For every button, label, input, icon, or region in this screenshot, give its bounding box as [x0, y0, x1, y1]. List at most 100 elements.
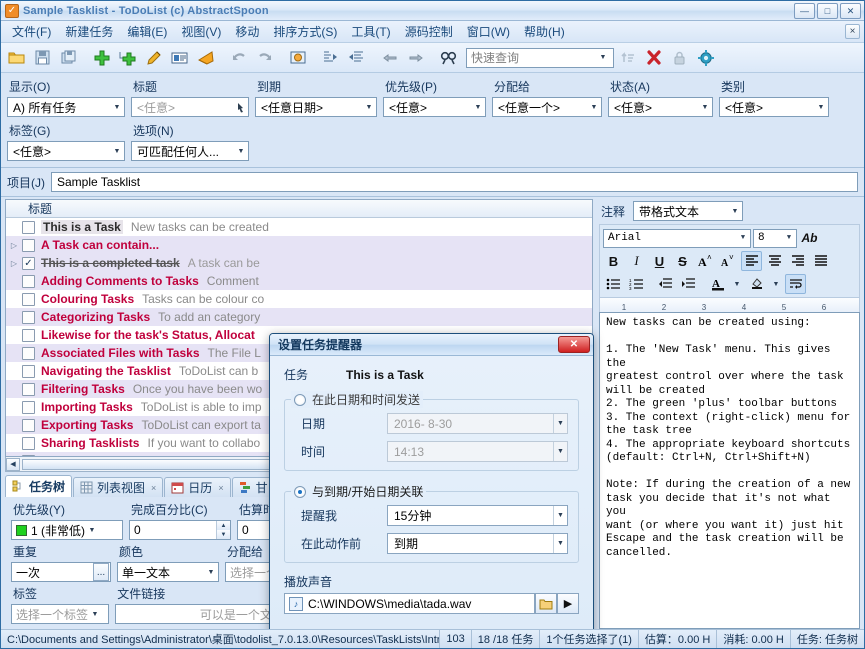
menu-new-task[interactable]: 新建任务 — [58, 21, 120, 42]
dialog-remind-input[interactable]: 15分钟 ▼ — [387, 505, 568, 526]
filter-due[interactable]: <任意日期> ▼ — [255, 97, 377, 117]
table-row[interactable]: ▷ ✓ This is a completed task A task can be — [6, 254, 592, 272]
table-row[interactable]: This is a Task New tasks can be created — [6, 218, 592, 236]
menu-window[interactable]: 窗口(W) — [460, 21, 517, 42]
italic-icon[interactable]: I — [626, 251, 647, 271]
dialog-time-input[interactable]: 14:13 ▼ — [387, 441, 568, 462]
open-folder-icon[interactable] — [4, 46, 29, 70]
attr-percent[interactable]: 0 ▲ ▼ — [129, 520, 231, 540]
underline-icon[interactable]: U — [649, 251, 670, 271]
menu-sort[interactable]: 排序方式(S) — [266, 21, 344, 42]
chevron-down-icon[interactable]: ▼ — [471, 98, 485, 116]
close-document-button[interactable]: × — [845, 24, 860, 39]
task-checkbox[interactable] — [22, 364, 35, 378]
dialog-close-button[interactable]: ✕ — [558, 336, 590, 353]
expander-icon[interactable]: ▷ — [6, 241, 22, 250]
task-checkbox[interactable] — [22, 292, 35, 306]
chevron-down-icon[interactable]: ▼ — [110, 142, 124, 160]
chevron-down-icon[interactable]: ▼ — [88, 605, 102, 623]
task-checkbox[interactable] — [22, 220, 35, 234]
table-row[interactable]: ▷ A Task can contain... — [6, 236, 592, 254]
dialog-date-input[interactable]: 2016- 8-30 ▼ — [387, 413, 568, 434]
bold-icon[interactable]: B — [603, 251, 624, 271]
chevron-down-icon[interactable]: ▼ — [730, 281, 744, 288]
tab-list-view[interactable]: 列表视图 × — [73, 477, 164, 497]
attr-color[interactable]: 单一文本 ▼ — [117, 562, 219, 582]
chevron-down-icon[interactable]: ▼ — [596, 49, 610, 67]
task-checkbox[interactable] — [22, 328, 35, 342]
align-left-icon[interactable] — [741, 251, 762, 271]
attr-tags[interactable]: 选择一个标签 ▼ — [11, 604, 110, 624]
chevron-down-icon[interactable]: ▼ — [362, 98, 376, 116]
attr-priority[interactable]: 1 (非常低) ▼ — [11, 520, 123, 540]
highlight-color-icon[interactable] — [746, 274, 767, 294]
task-checkbox[interactable] — [22, 310, 35, 324]
font-size-select[interactable]: 8 ▼ — [753, 228, 797, 248]
font-family-select[interactable]: Arial ▼ — [603, 228, 751, 248]
add-task-icon[interactable] — [89, 46, 114, 70]
find-tasks-icon[interactable] — [436, 46, 461, 70]
filter-title-picker-icon[interactable] — [234, 98, 248, 116]
menu-move[interactable]: 移动 — [228, 21, 266, 42]
preferences-icon[interactable] — [693, 46, 718, 70]
bullet-list-icon[interactable] — [603, 274, 624, 294]
move-down-icon[interactable] — [403, 46, 428, 70]
close-button[interactable]: ✕ — [840, 3, 861, 19]
percent-spinner[interactable]: ▲ ▼ — [216, 521, 230, 539]
indent-icon[interactable] — [678, 274, 699, 294]
strikethrough-icon[interactable]: S — [672, 251, 693, 271]
spell-check-icon[interactable] — [285, 46, 310, 70]
menu-tools[interactable]: 工具(T) — [344, 21, 397, 42]
task-checkbox[interactable] — [22, 436, 35, 450]
repeat-options-button[interactable]: ... — [93, 563, 109, 581]
chevron-down-icon[interactable]: ▼ — [110, 98, 124, 116]
numbered-list-icon[interactable]: 123 — [626, 274, 647, 294]
radio-relative-icon[interactable] — [294, 485, 306, 498]
menu-help[interactable]: 帮助(H) — [517, 21, 572, 42]
chevron-down-icon[interactable]: ▼ — [553, 414, 567, 433]
add-subtask-icon[interactable] — [115, 46, 140, 70]
tab-calendar[interactable]: 日历 × — [164, 477, 231, 497]
quick-find-input[interactable]: 快速查询 ▼ — [466, 47, 614, 68]
attr-repeat[interactable]: 一次 ... — [11, 562, 111, 582]
text-color-icon[interactable]: A — [707, 274, 728, 294]
chevron-down-icon[interactable]: ▼ — [814, 98, 828, 116]
chevron-down-icon[interactable]: ▼ — [587, 98, 601, 116]
dialog-before-input[interactable]: 到期 ▼ — [387, 533, 568, 554]
play-sound-icon[interactable]: ▶ — [557, 593, 579, 614]
browse-sound-icon[interactable] — [535, 593, 557, 614]
table-row[interactable]: Adding Comments to Tasks Comment — [6, 272, 592, 290]
chevron-down-icon[interactable]: ▼ — [728, 202, 742, 220]
align-center-icon[interactable] — [764, 251, 785, 271]
expander-icon[interactable]: ▷ — [6, 259, 22, 268]
task-checkbox[interactable] — [22, 454, 35, 456]
decrease-font-size-icon[interactable]: A ˅ — [718, 251, 739, 271]
table-row[interactable]: Categorizing Tasks To add an category — [6, 308, 592, 326]
task-checkbox[interactable] — [22, 274, 35, 288]
task-checkbox[interactable] — [22, 400, 35, 414]
font-dialog-icon[interactable]: Ab — [799, 228, 820, 248]
radio-relative[interactable]: 与到期/开始日期关联 — [291, 483, 427, 500]
filter-priority[interactable]: <任意> ▼ — [383, 97, 486, 117]
comments-editor[interactable]: New tasks can be created using: 1. The '… — [599, 312, 860, 629]
chevron-down-icon[interactable]: ▼ — [204, 563, 218, 581]
filter-options[interactable]: 可匹配任何人... ▼ — [131, 141, 249, 161]
chevron-down-icon[interactable]: ▼ — [553, 534, 567, 553]
chevron-down-icon[interactable]: ▼ — [769, 281, 783, 288]
move-up-icon[interactable] — [377, 46, 402, 70]
scroll-left-icon[interactable]: ◀ — [6, 457, 20, 471]
menu-view[interactable]: 视图(V) — [174, 21, 228, 42]
increase-font-size-icon[interactable]: A ˄ — [695, 251, 716, 271]
menu-file[interactable]: 文件(F) — [5, 21, 58, 42]
chevron-down-icon[interactable]: ▼ — [553, 506, 567, 525]
chevron-down-icon[interactable]: ▼ — [698, 98, 712, 116]
redo-icon[interactable] — [252, 46, 277, 70]
lock-icon[interactable] — [667, 46, 692, 70]
chevron-down-icon[interactable]: ▼ — [85, 521, 99, 539]
minimize-button[interactable]: — — [794, 3, 815, 19]
indent-task-icon[interactable] — [318, 46, 343, 70]
task-checkbox[interactable] — [22, 382, 35, 396]
tab-task-tree[interactable]: 任务树 — [5, 475, 73, 497]
edit-task-icon[interactable] — [141, 46, 166, 70]
clear-filter-icon[interactable] — [641, 46, 666, 70]
